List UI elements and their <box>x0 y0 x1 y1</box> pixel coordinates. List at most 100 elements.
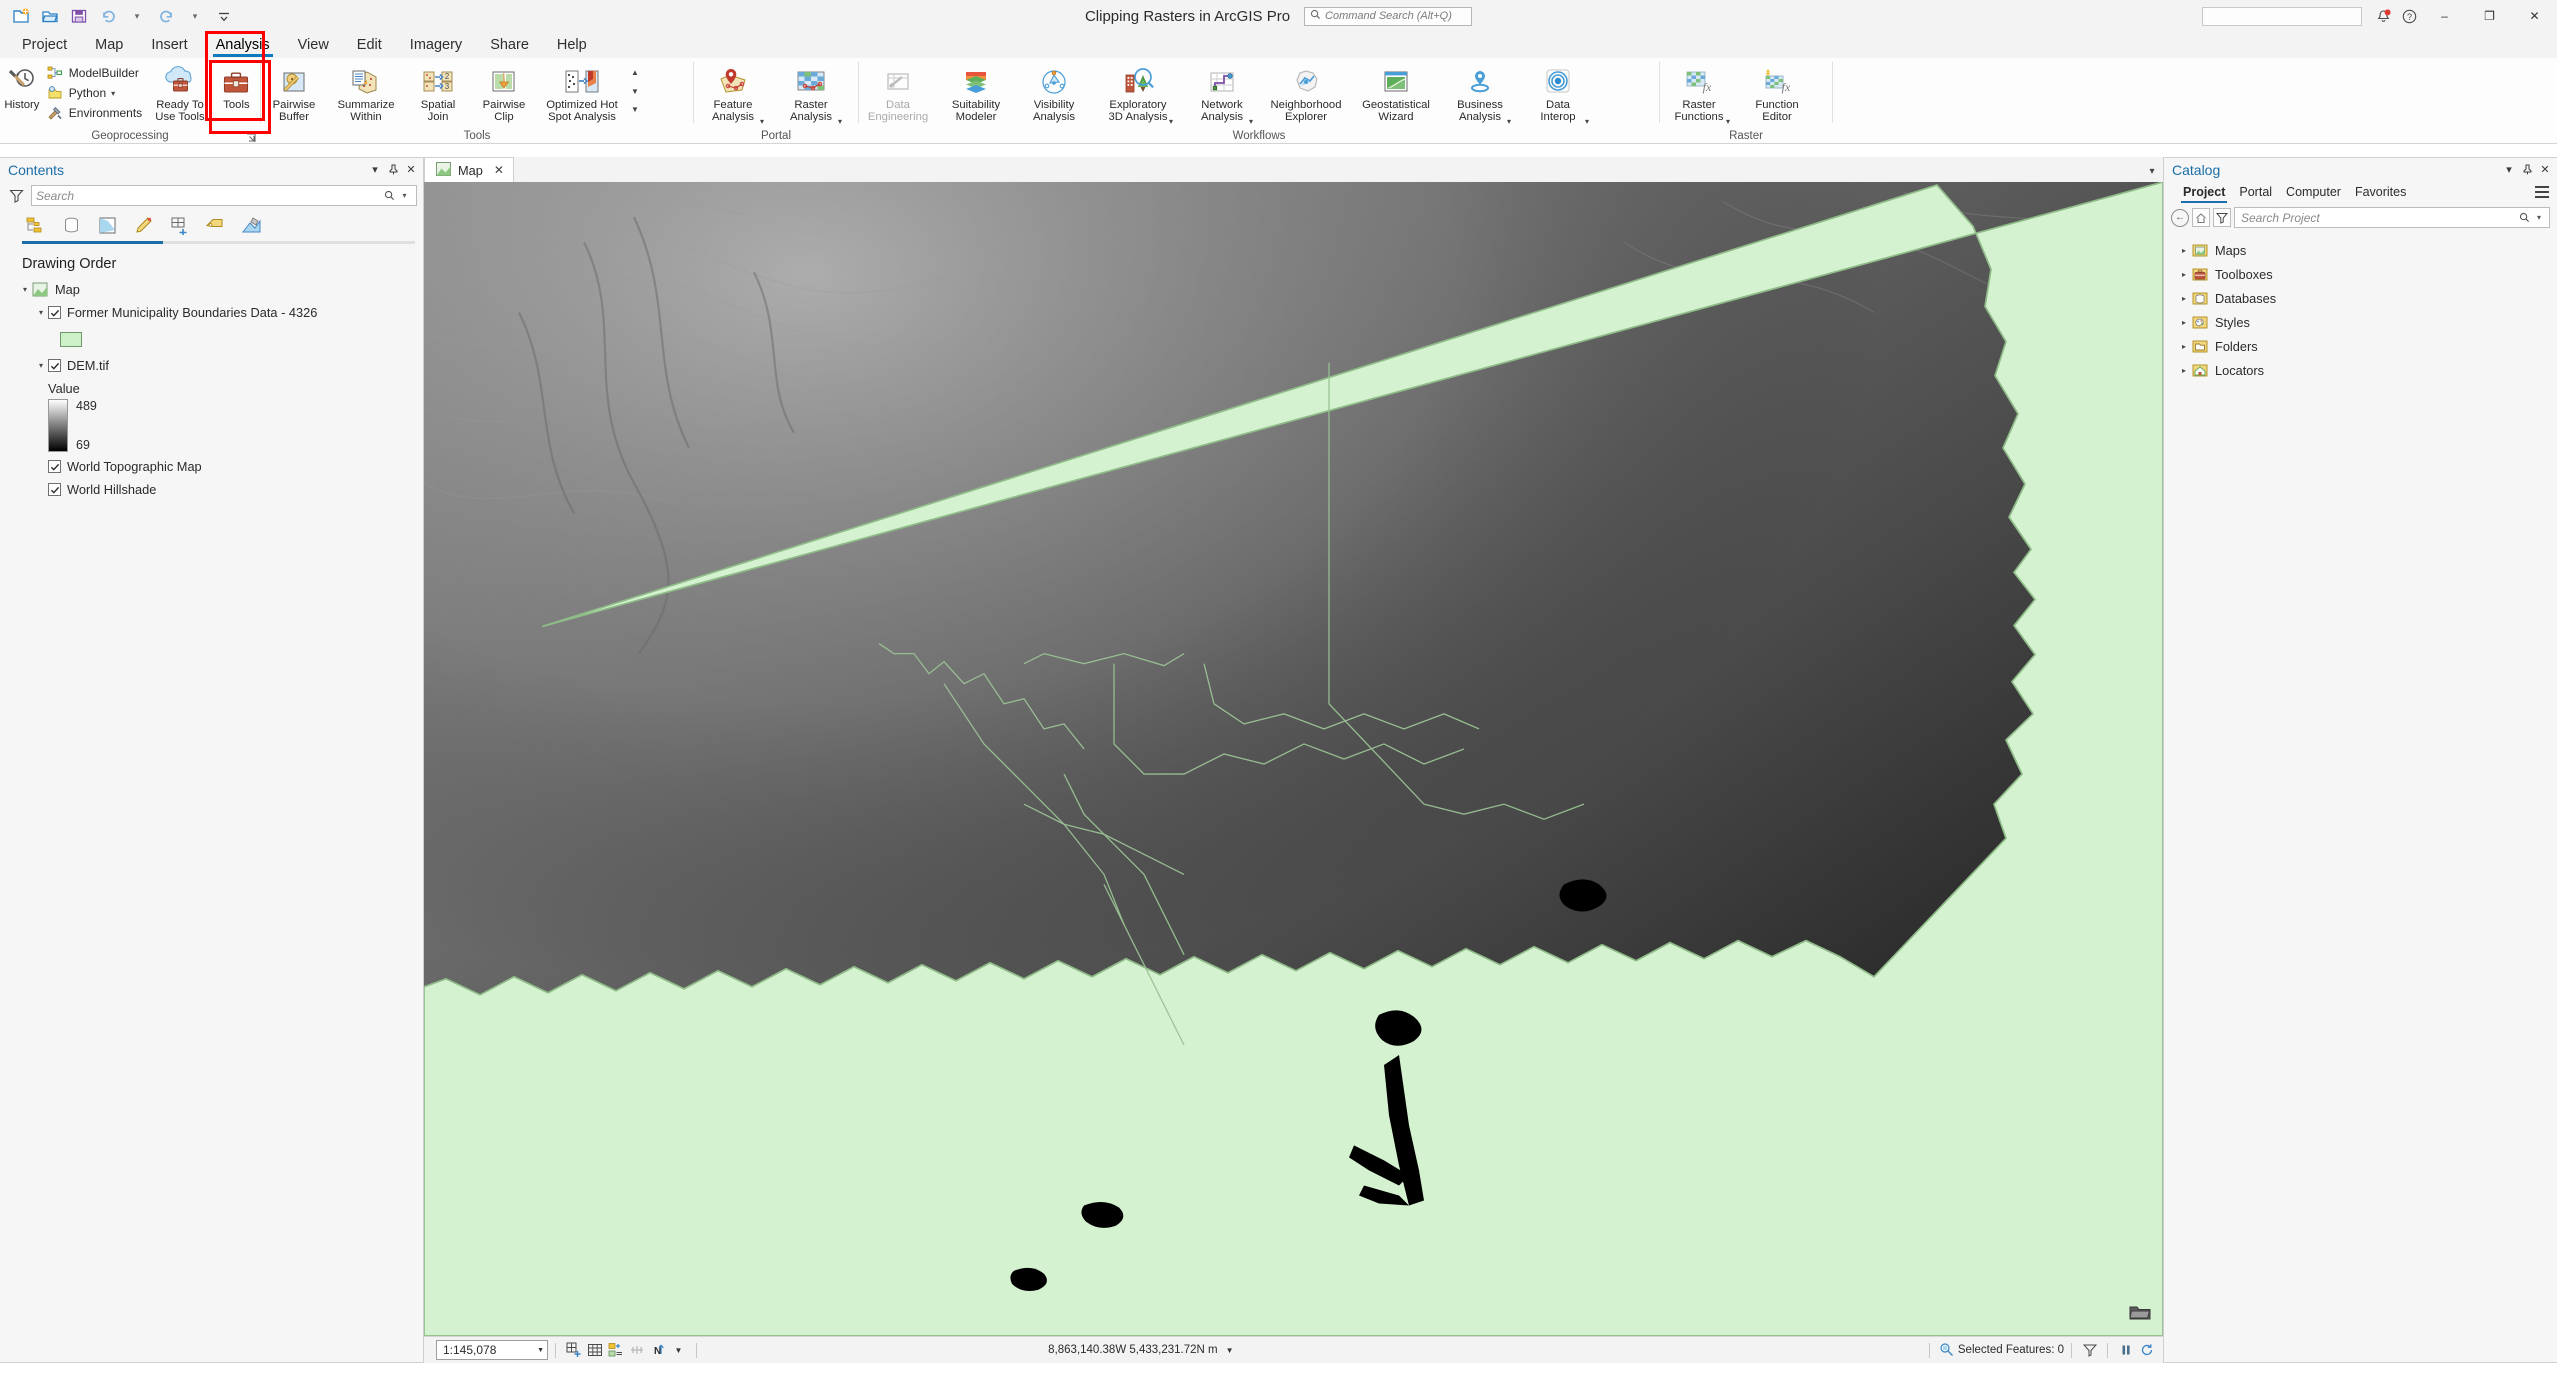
catalog-pin-icon[interactable] <box>2518 161 2536 179</box>
pairwise-buffer-button[interactable]: Pairwise Buffer <box>261 61 327 123</box>
contents-search-dropdown-icon[interactable]: ▾ <box>397 191 412 200</box>
close-button[interactable]: ✕ <box>2512 0 2557 32</box>
optimized-hot-spot-analysis-button[interactable]: Optimized Hot Spot Analysis <box>537 61 627 123</box>
data-engineering-button[interactable]: Data Engineering <box>859 61 937 123</box>
global-search-input[interactable] <box>2202 6 2362 26</box>
spatial-join-button[interactable]: 23 Spatial Join <box>405 61 471 123</box>
filter-icon[interactable] <box>8 187 25 204</box>
network-analysis-button[interactable]: Network Analysis ▾ <box>1183 61 1261 129</box>
tree-item-world-topographic-map[interactable]: World Topographic Map <box>8 455 423 478</box>
redo-icon[interactable] <box>153 4 179 28</box>
catalog-tab-project[interactable]: Project <box>2176 181 2232 203</box>
exploratory-3d-caret[interactable]: ▾ <box>1169 117 1173 126</box>
raster-functions-caret[interactable]: ▾ <box>1726 117 1730 126</box>
layer-visibility-checkbox[interactable] <box>48 483 61 496</box>
contents-pin-icon[interactable] <box>384 161 402 179</box>
expand-arrow-icon[interactable]: ▾ <box>18 283 32 297</box>
contents-toolbar-scrollbar[interactable] <box>22 241 415 244</box>
list-by-labeling-icon[interactable] <box>202 212 229 238</box>
tree-item-world-hillshade[interactable]: World Hillshade <box>8 478 423 501</box>
neighborhood-explorer-button[interactable]: Neighborhood Explorer <box>1261 61 1351 123</box>
tab-share[interactable]: Share <box>476 32 543 58</box>
ready-to-use-tools-button[interactable]: Ready To Use Tools <box>147 61 213 123</box>
tab-project[interactable]: Project <box>8 32 81 58</box>
catalog-close-icon[interactable]: ✕ <box>2536 161 2554 179</box>
list-by-drawing-order-icon[interactable] <box>22 212 49 238</box>
summarize-within-button[interactable]: Summarize Within <box>327 61 405 123</box>
visibility-analysis-button[interactable]: Visibility Analysis <box>1015 61 1093 123</box>
catalog-home-icon[interactable] <box>2192 208 2210 227</box>
measure-icon[interactable] <box>626 1340 647 1360</box>
catalog-back-icon[interactable]: ← <box>2171 208 2189 227</box>
catalog-item-databases[interactable]: ▸ Databases <box>2176 286 2557 310</box>
python-button[interactable]: Python ▾ <box>44 83 147 103</box>
tab-map-view[interactable]: Map ✕ <box>424 157 514 182</box>
catalog-item-maps[interactable]: ▸ Maps <box>2176 238 2557 262</box>
map-tab-close-icon[interactable]: ✕ <box>494 163 504 177</box>
selection-icon[interactable] <box>605 1340 626 1360</box>
raster-analysis-button[interactable]: Raster Analysis ▾ <box>772 61 850 129</box>
customize-qat-icon[interactable] <box>211 4 237 28</box>
feature-analysis-button[interactable]: Feature Analysis ▾ <box>694 61 772 129</box>
gallery-scroll-up-icon[interactable]: ▲ <box>628 63 642 82</box>
business-analysis-button[interactable]: Business Analysis ▾ <box>1441 61 1519 129</box>
layer-visibility-checkbox[interactable] <box>48 306 61 319</box>
help-icon[interactable]: ? <box>2396 3 2422 29</box>
catalog-item-folders[interactable]: ▸ Folders <box>2176 334 2557 358</box>
gallery-expand-icon[interactable]: ▼ <box>628 100 642 119</box>
contents-search-input[interactable]: Search ▾ <box>31 185 417 206</box>
contents-menu-icon[interactable]: ▾ <box>366 161 384 179</box>
expand-arrow-icon[interactable]: ▸ <box>2176 267 2192 281</box>
business-analysis-caret[interactable]: ▾ <box>1507 117 1511 126</box>
tab-map[interactable]: Map <box>81 32 137 58</box>
redo-dropdown-icon[interactable]: ▾ <box>182 4 208 28</box>
raster-analysis-caret[interactable]: ▾ <box>838 117 842 126</box>
expand-arrow-icon[interactable]: ▸ <box>2176 243 2192 257</box>
tab-imagery[interactable]: Imagery <box>396 32 476 58</box>
minimize-button[interactable]: – <box>2422 0 2467 32</box>
scale-dropdown-icon[interactable]: ▼ <box>537 1347 544 1354</box>
history-button[interactable]: History <box>0 61 44 112</box>
list-by-selection-icon[interactable] <box>94 212 121 238</box>
environments-button[interactable]: Environments <box>44 103 147 123</box>
status-tools-dropdown-icon[interactable]: ▼ <box>668 1340 689 1360</box>
ribbon-collapse-icon[interactable]: ▾ <box>2141 160 2163 182</box>
network-analysis-caret[interactable]: ▾ <box>1249 117 1253 126</box>
catalog-search-icon[interactable] <box>2516 212 2532 223</box>
expand-arrow-icon[interactable]: ▾ <box>34 306 48 320</box>
catalog-search-dropdown-icon[interactable]: ▾ <box>2532 213 2546 222</box>
catalog-tab-favorites[interactable]: Favorites <box>2348 181 2413 203</box>
function-editor-button[interactable]: fx Function Editor <box>1738 61 1816 123</box>
expand-arrow-icon[interactable]: ▸ <box>2176 339 2192 353</box>
map-canvas[interactable] <box>424 182 2163 1336</box>
tab-view[interactable]: View <box>284 32 343 58</box>
map-download-icon[interactable] <box>2129 1301 2151 1326</box>
north-arrow-icon[interactable]: N <box>647 1340 668 1360</box>
map-scale-selector[interactable]: 1:145,078 ▼ <box>436 1340 548 1360</box>
tree-item-map[interactable]: ▾ Map <box>8 278 423 301</box>
contents-close-icon[interactable]: ✕ <box>402 161 420 179</box>
tree-item-former-municipality-boundaries[interactable]: ▾ Former Municipality Boundaries Data - … <box>8 301 423 324</box>
expand-arrow-icon[interactable]: ▸ <box>2176 291 2192 305</box>
expand-arrow-icon[interactable]: ▾ <box>34 359 48 373</box>
geostatistical-wizard-button[interactable]: Geostatistical Wizard <box>1351 61 1441 123</box>
tree-item-dem-tif[interactable]: ▾ DEM.tif <box>8 354 423 377</box>
tab-insert[interactable]: Insert <box>137 32 201 58</box>
catalog-item-styles[interactable]: ▸ Styles <box>2176 310 2557 334</box>
tools-button[interactable]: Tools <box>213 61 260 112</box>
list-by-editing-icon[interactable] <box>130 212 157 238</box>
list-by-data-source-icon[interactable] <box>58 212 85 238</box>
layer-visibility-checkbox[interactable] <box>48 359 61 372</box>
open-project-icon[interactable] <box>37 4 63 28</box>
tools-gallery-scroll[interactable]: ▲ ▼ ▼ <box>628 61 642 119</box>
tab-analysis[interactable]: Analysis <box>202 32 284 58</box>
add-view-icon[interactable] <box>563 1340 584 1360</box>
catalog-filter-icon[interactable] <box>2213 208 2231 227</box>
expand-arrow-icon[interactable]: ▸ <box>2176 363 2192 377</box>
catalog-options-icon[interactable] <box>2531 182 2553 202</box>
tab-edit[interactable]: Edit <box>343 32 396 58</box>
geoprocessing-dialog-launcher-icon[interactable] <box>245 131 257 144</box>
notifications-icon[interactable] <box>2370 3 2396 29</box>
list-by-snapping-icon[interactable] <box>166 212 193 238</box>
exploratory-3d-analysis-button[interactable]: Exploratory 3D Analysis ▾ <box>1093 61 1183 129</box>
